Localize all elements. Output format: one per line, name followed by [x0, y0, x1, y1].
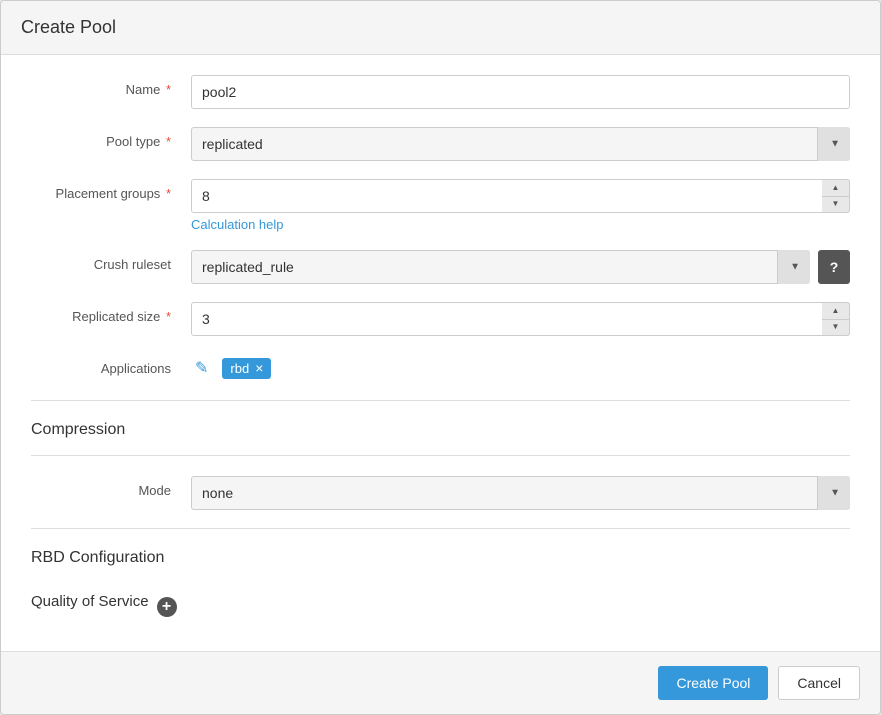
crush-ruleset-help-button[interactable]: ? — [818, 250, 850, 284]
placement-groups-decrement[interactable]: ▼ — [822, 197, 849, 213]
dialog-footer: Create Pool Cancel — [1, 651, 880, 714]
create-pool-dialog: Create Pool Name * Pool type * replicate… — [0, 0, 881, 715]
replicated-size-field-wrap: ▲ ▼ — [191, 302, 850, 336]
applications-wrap: ✎ rbd × — [191, 354, 850, 382]
mode-field-group: Mode none aggressive passive force ▼ — [31, 476, 850, 510]
placement-groups-spinner: ▲ ▼ — [191, 179, 850, 213]
create-pool-button[interactable]: Create Pool — [658, 666, 768, 700]
crush-ruleset-label: Crush ruleset — [31, 250, 191, 272]
mode-select[interactable]: none aggressive passive force — [191, 476, 850, 510]
placement-groups-label: Placement groups * — [31, 179, 191, 201]
dialog-header: Create Pool — [1, 1, 880, 55]
rbd-divider — [31, 528, 850, 529]
pool-type-field-wrap: replicated erasure ▼ — [191, 127, 850, 161]
mode-label: Mode — [31, 476, 191, 498]
pool-type-label: Pool type * — [31, 127, 191, 149]
mode-select-wrap: none aggressive passive force ▼ — [191, 476, 850, 510]
applications-field-wrap: ✎ rbd × — [191, 354, 850, 382]
name-field-group: Name * — [31, 75, 850, 109]
compression-divider — [31, 400, 850, 401]
replicated-size-decrement[interactable]: ▼ — [822, 320, 849, 336]
crush-ruleset-select-wrap: replicated_rule ▼ — [191, 250, 810, 284]
placement-groups-input[interactable] — [191, 179, 850, 213]
compression-section-title: Compression — [31, 421, 850, 439]
calculation-help-link[interactable]: Calculation help — [191, 217, 284, 232]
crush-ruleset-select[interactable]: replicated_rule — [191, 250, 810, 284]
pool-type-field-group: Pool type * replicated erasure ▼ — [31, 127, 850, 161]
cancel-button[interactable]: Cancel — [778, 666, 860, 700]
placement-groups-increment[interactable]: ▲ — [822, 180, 849, 197]
pool-type-select[interactable]: replicated erasure — [191, 127, 850, 161]
replicated-size-spinner-btns: ▲ ▼ — [822, 302, 850, 336]
quality-of-service-row: Quality of Service + — [31, 583, 850, 630]
quality-of-service-expand-button[interactable]: + — [157, 597, 177, 617]
compression-divider-2 — [31, 455, 850, 456]
crush-ruleset-wrap: replicated_rule ▼ ? — [191, 250, 850, 284]
quality-of-service-label: Quality of Service — [31, 593, 149, 610]
name-required: * — [166, 82, 171, 97]
dialog-body: Name * Pool type * replicated erasure ▼ — [1, 55, 880, 651]
application-tag-label: rbd — [230, 361, 249, 376]
name-input[interactable] — [191, 75, 850, 109]
replicated-size-input[interactable] — [191, 302, 850, 336]
applications-edit-button[interactable]: ✎ — [191, 354, 212, 382]
applications-field-group: Applications ✎ rbd × — [31, 354, 850, 382]
applications-label: Applications — [31, 354, 191, 376]
replicated-size-required: * — [166, 309, 171, 324]
replicated-size-spinner: ▲ ▼ — [191, 302, 850, 336]
crush-ruleset-field-group: Crush ruleset replicated_rule ▼ ? — [31, 250, 850, 284]
placement-groups-field-wrap: ▲ ▼ Calculation help — [191, 179, 850, 232]
mode-field-wrap: none aggressive passive force ▼ — [191, 476, 850, 510]
placement-groups-field-group: Placement groups * ▲ ▼ Calculation help — [31, 179, 850, 232]
replicated-size-field-group: Replicated size * ▲ ▼ — [31, 302, 850, 336]
placement-groups-required: * — [166, 186, 171, 201]
application-tag-remove-button[interactable]: × — [255, 361, 263, 375]
replicated-size-label: Replicated size * — [31, 302, 191, 324]
name-field-wrap — [191, 75, 850, 109]
replicated-size-increment[interactable]: ▲ — [822, 303, 849, 320]
rbd-config-section-title: RBD Configuration — [31, 549, 850, 567]
dialog-title: Create Pool — [21, 17, 860, 38]
application-tag-rbd: rbd × — [222, 358, 271, 379]
pool-type-select-wrap: replicated erasure ▼ — [191, 127, 850, 161]
name-label: Name * — [31, 75, 191, 97]
placement-groups-spinner-btns: ▲ ▼ — [822, 179, 850, 213]
crush-ruleset-field-wrap: replicated_rule ▼ ? — [191, 250, 850, 284]
pool-type-required: * — [166, 134, 171, 149]
